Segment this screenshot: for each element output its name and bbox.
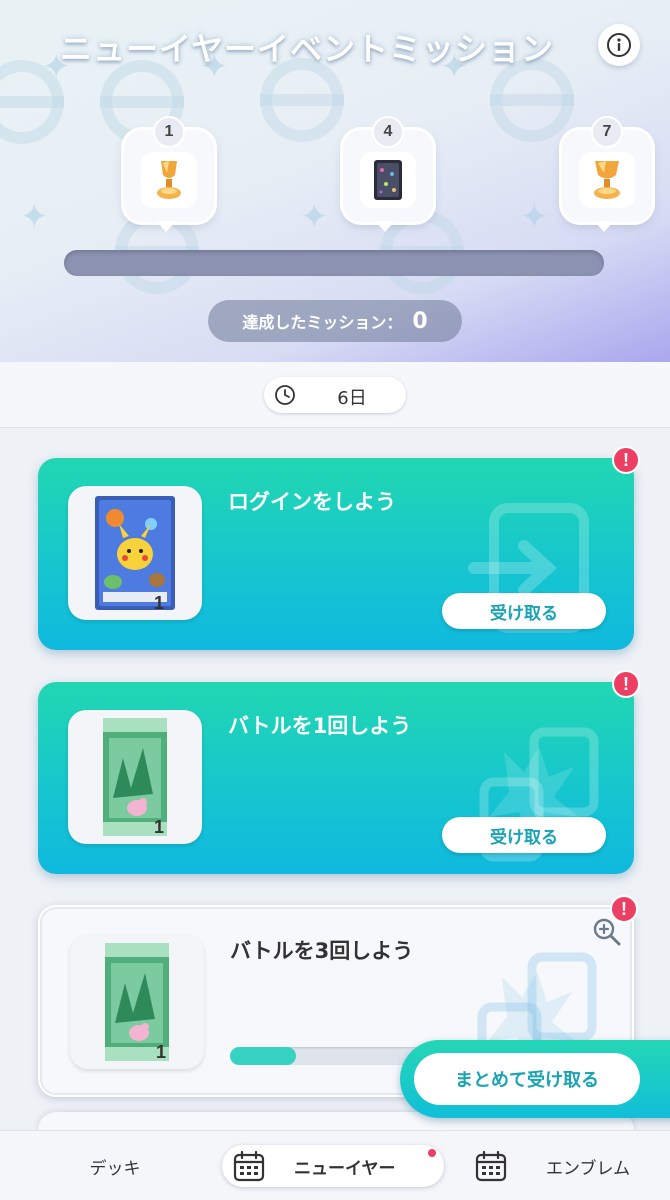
clock-icon bbox=[275, 385, 295, 405]
timer-strip: 6日 bbox=[0, 362, 670, 428]
card-sleeve-icon bbox=[374, 160, 402, 200]
pokeball-decoration bbox=[260, 58, 344, 142]
sparkle-decoration: ✦ bbox=[520, 197, 549, 237]
alert-badge: ! bbox=[612, 670, 640, 698]
tab-label: デッキ bbox=[89, 1158, 141, 1179]
alert-badge: ! bbox=[612, 446, 640, 474]
pokeball-decoration bbox=[490, 58, 574, 142]
milestone-reward-7[interactable]: 7 bbox=[562, 116, 652, 232]
calendar-icon bbox=[475, 1150, 507, 1182]
mission-progress-fill bbox=[230, 1047, 296, 1065]
tab-new-year[interactable]: ニューイヤー bbox=[222, 1145, 444, 1187]
reward-count: 1 bbox=[153, 593, 164, 613]
sparkle-decoration: ✦ bbox=[300, 197, 329, 237]
missions-completed-counter: 達成したミッション： 0 bbox=[208, 300, 462, 342]
remaining-time-pill: 6日 bbox=[264, 377, 406, 413]
sparkle-decoration: ✦ bbox=[20, 197, 49, 237]
mission-title: ログインをしよう bbox=[228, 490, 396, 514]
milestone-step: 1 bbox=[153, 116, 185, 148]
reward-pack-tile[interactable]: 1 bbox=[68, 710, 202, 844]
mission-progress-bar bbox=[230, 1047, 430, 1065]
mission-title: バトルを3回しよう bbox=[230, 939, 414, 963]
event-header: ✦ ✦ ✦ ✦ ✦ ✦ ニューイヤーイベントミッション 1 4 7 達成したミッ… bbox=[0, 0, 670, 362]
trophy-icon bbox=[157, 161, 181, 199]
tab-label: エンブレム bbox=[546, 1158, 631, 1179]
claim-button[interactable]: 受け取る bbox=[442, 817, 606, 853]
milestone-reward-4[interactable]: 4 bbox=[343, 116, 433, 232]
notification-dot bbox=[428, 1149, 436, 1157]
reward-pack-tile[interactable]: 1 bbox=[70, 935, 204, 1069]
claim-button[interactable]: 受け取る bbox=[442, 593, 606, 629]
missions-completed-label: 達成したミッション： bbox=[242, 313, 403, 332]
missions-completed-value: 0 bbox=[412, 308, 428, 334]
alert-badge: ! bbox=[610, 895, 638, 923]
reward-count: 1 bbox=[155, 1042, 166, 1062]
tab-deck[interactable]: デッキ bbox=[40, 1145, 190, 1187]
reward-card-tile[interactable]: 1 bbox=[68, 486, 202, 620]
remaining-days: 6日 bbox=[337, 388, 367, 409]
calendar-icon bbox=[233, 1150, 265, 1182]
mission-progress-bar bbox=[64, 250, 604, 276]
mission-card[interactable]: 1 バトルを1回しよう 受け取る ! bbox=[38, 670, 640, 874]
claim-all-button[interactable]: まとめて受け取る bbox=[414, 1053, 640, 1105]
info-button[interactable] bbox=[598, 24, 640, 66]
mission-title: バトルを1回しよう bbox=[228, 714, 412, 738]
bottom-navigation: デッキ ニューイヤー エンブレム bbox=[0, 1130, 670, 1200]
trophy-icon bbox=[594, 161, 620, 199]
milestone-step: 7 bbox=[591, 116, 623, 148]
reward-count: 1 bbox=[153, 817, 164, 837]
page-title: ニューイヤーイベントミッション bbox=[59, 31, 555, 67]
tab-emblem[interactable]: エンブレム bbox=[470, 1145, 670, 1187]
mission-card[interactable]: 1 ログインをしよう 受け取る ! bbox=[38, 446, 640, 650]
tab-label: ニューイヤー bbox=[294, 1158, 396, 1179]
milestone-reward-1[interactable]: 1 bbox=[124, 116, 214, 232]
info-icon bbox=[607, 33, 631, 57]
milestone-step: 4 bbox=[372, 116, 404, 148]
bulk-claim-panel: まとめて受け取る bbox=[400, 1040, 670, 1118]
